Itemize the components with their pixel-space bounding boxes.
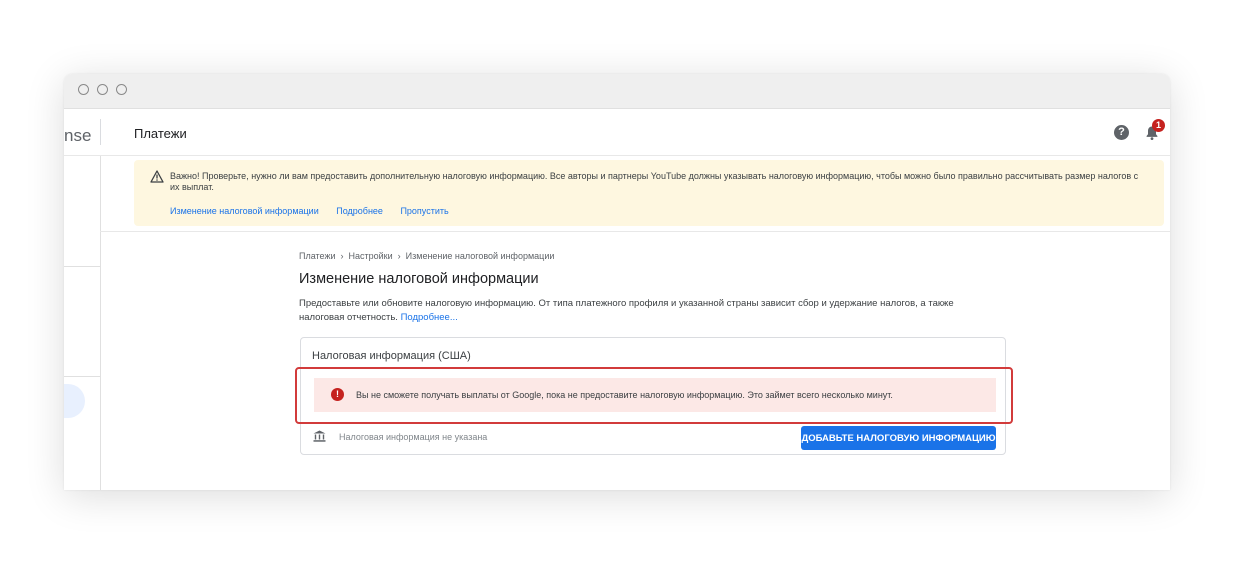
help-icon[interactable]: ?: [1114, 125, 1129, 140]
tax-notice-banner: Важно! Проверьте, нужно ли вам предостав…: [134, 160, 1164, 226]
browser-window: nse Платежи ? 1 Важно! Проверьте, нужно …: [64, 74, 1170, 490]
breadcrumb-settings[interactable]: Настройки: [349, 251, 393, 261]
skip-link[interactable]: Пропустить: [400, 206, 448, 216]
highlight-annotation: [295, 367, 1013, 424]
sidebar: [64, 156, 101, 490]
card-title: Налоговая информация (США): [312, 350, 471, 362]
header-divider: [100, 119, 101, 145]
window-maximize-button[interactable]: [116, 84, 127, 95]
brand-logo-text[interactable]: nse: [64, 126, 91, 146]
sidebar-item-active[interactable]: [64, 384, 85, 418]
description-learn-more-link[interactable]: Подробнее...: [401, 312, 458, 323]
description-text: Предоставьте или обновите налоговую инфо…: [299, 298, 954, 323]
content-divider: [100, 231, 1170, 232]
notification-badge: 1: [1152, 119, 1165, 132]
window-close-button[interactable]: [78, 84, 89, 95]
breadcrumb: Платежи › Настройки › Изменение налоговой ин…: [299, 251, 554, 261]
learn-more-link[interactable]: Подробнее: [336, 206, 383, 216]
change-tax-info-link[interactable]: Изменение налоговой информации: [170, 206, 319, 216]
breadcrumb-current: Изменение налоговой информации: [405, 251, 555, 261]
tax-status-text: Налоговая информация не указана: [339, 432, 488, 442]
chevron-right-icon: ›: [340, 251, 344, 261]
content-description: Предоставьте или обновите налоговую инфо…: [299, 297, 989, 325]
window-minimize-button[interactable]: [97, 84, 108, 95]
sidebar-divider: [64, 376, 100, 377]
notice-links: Изменение налоговой информации Подробнее…: [170, 206, 464, 216]
sidebar-divider: [64, 266, 100, 267]
app-header: nse Платежи ? 1: [64, 109, 1170, 156]
bank-icon: [313, 430, 326, 442]
warning-triangle-icon: [150, 170, 164, 183]
page-title: Платежи: [134, 126, 187, 141]
breadcrumb-payments[interactable]: Платежи: [299, 251, 336, 261]
chevron-right-icon: ›: [397, 251, 401, 261]
add-tax-info-button[interactable]: ДОБАВЬТЕ НАЛОГОВУЮ ИНФОРМАЦИЮ: [801, 426, 996, 450]
window-titlebar: [64, 74, 1170, 109]
content-title: Изменение налоговой информации: [299, 271, 539, 287]
notice-text: Важно! Проверьте, нужно ли вам предостав…: [170, 171, 1139, 192]
